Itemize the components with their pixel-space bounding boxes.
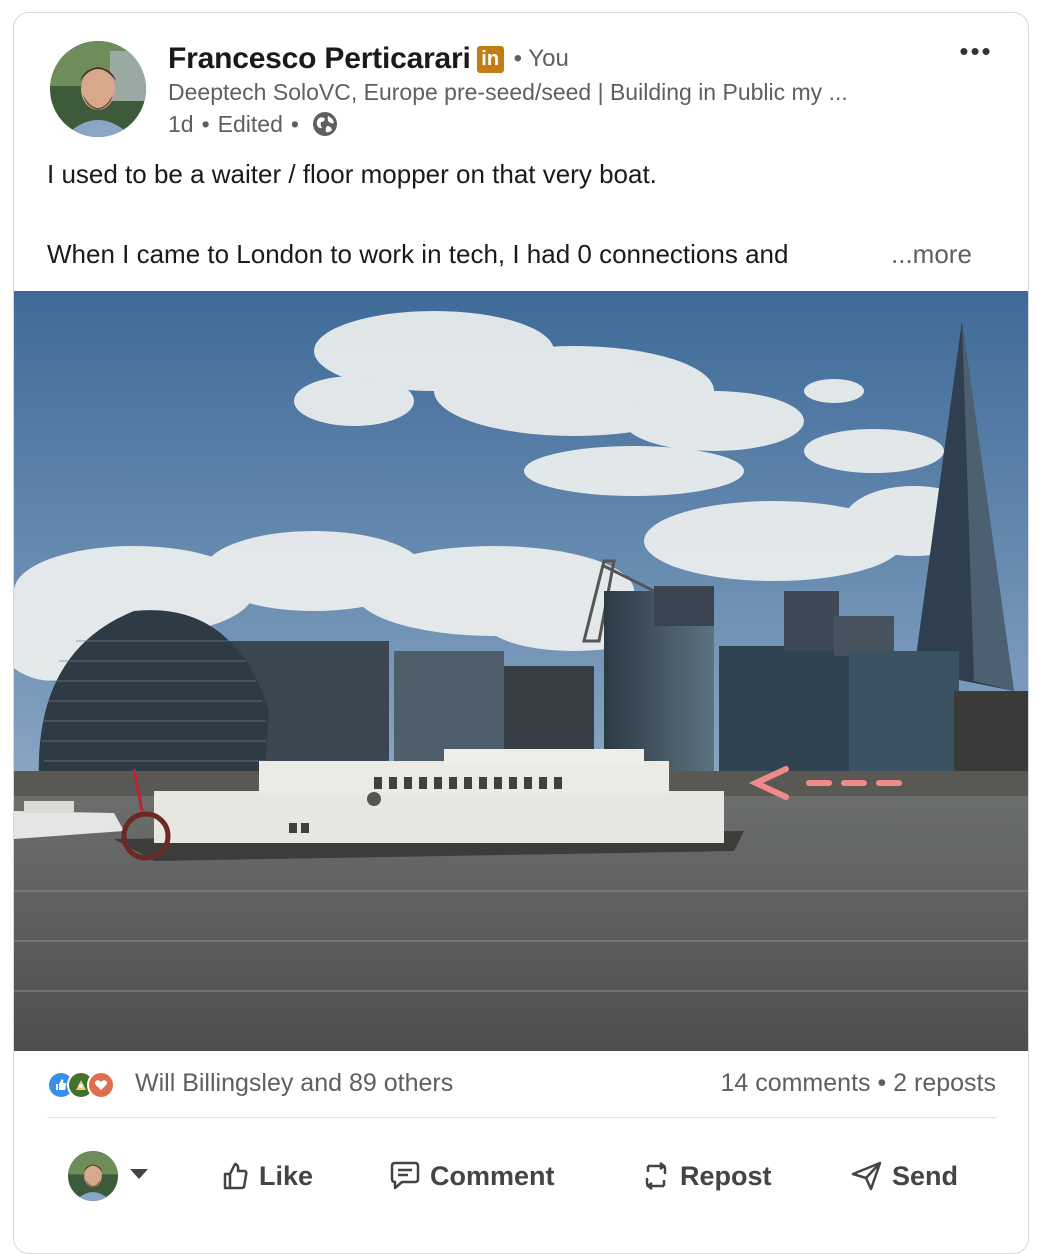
send-label: Send <box>892 1160 959 1191</box>
edited-label: Edited <box>217 110 283 137</box>
post-image[interactable] <box>14 291 1028 1051</box>
post-text-line: I used to be a waiter / floor mopper on … <box>47 159 657 189</box>
chevron-down-icon[interactable] <box>130 1169 148 1179</box>
london-thames-photo <box>14 291 1028 1051</box>
comment-button[interactable]: Comment <box>388 1153 555 1199</box>
post-meta: 1d • Edited • <box>168 110 339 138</box>
repost-icon <box>645 1162 667 1190</box>
like-button[interactable]: Like <box>219 1153 313 1199</box>
comments-reposts-count[interactable]: 14 comments • 2 reposts <box>720 1069 996 1098</box>
repost-button[interactable]: Repost <box>640 1153 772 1199</box>
meta-separator: • <box>290 110 299 137</box>
globe-icon <box>312 112 337 136</box>
see-more-link[interactable]: ...more <box>891 239 972 270</box>
reactors-text[interactable]: Will Billingsley and 89 others <box>135 1069 453 1098</box>
post-card: Francesco Perticarari in • You Deeptech … <box>13 12 1029 1254</box>
like-label: Like <box>259 1160 314 1191</box>
comment-label: Comment <box>430 1160 555 1191</box>
author-name-row: Francesco Perticarari in • You <box>168 41 569 77</box>
post-actions: Like Comment Repost Send <box>14 1143 1028 1213</box>
author-avatar[interactable] <box>50 41 146 137</box>
thumbs-up-icon <box>223 1162 248 1190</box>
social-counts: Will Billingsley and 89 others 14 commen… <box>14 1051 1028 1117</box>
linkedin-badge-icon: in <box>476 45 504 73</box>
more-options-button[interactable]: ••• <box>956 38 996 65</box>
send-icon <box>851 1161 882 1191</box>
reaction-icons[interactable] <box>47 1071 115 1099</box>
send-button[interactable]: Send <box>850 1153 958 1199</box>
actor-avatar[interactable] <box>68 1151 118 1201</box>
post-text-line: When I came to London to work in tech, I… <box>47 239 789 269</box>
author-headline: Deeptech SoloVC, Europe pre-seed/seed | … <box>168 79 848 105</box>
meta-separator: • <box>201 110 210 137</box>
repost-label: Repost <box>680 1160 772 1191</box>
post-time: 1d <box>168 110 194 137</box>
comment-icon <box>390 1161 420 1190</box>
divider <box>47 1117 997 1118</box>
connection-degree: • You <box>513 45 569 72</box>
author-name[interactable]: Francesco Perticarari <box>168 42 471 76</box>
love-reaction-icon <box>87 1071 115 1099</box>
